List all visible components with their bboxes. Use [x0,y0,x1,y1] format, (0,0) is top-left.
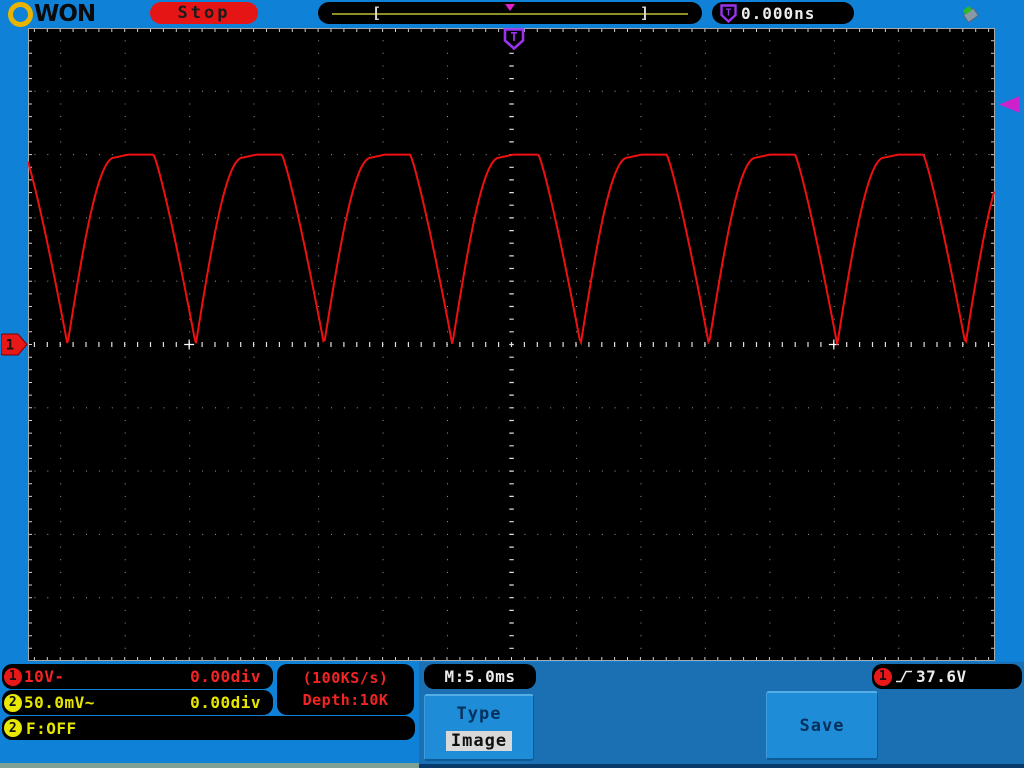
status-bar: 1 10V- 0.00div 2 50.0mV~ 0.00div (100KS/… [0,662,1024,768]
type-label: Type [456,704,502,724]
trigger-source-badge: 1 [874,667,892,686]
logo-o-ring-icon [8,1,33,27]
save-button[interactable]: Save [766,691,878,760]
acquisition-readout: (100KS/s) Depth:10K [277,664,414,715]
usb-device-icon [963,6,979,23]
channel1-position-marker: 1 [1,333,28,356]
horizontal-position-indicator: [ ] [318,2,702,24]
svg-text:1: 1 [6,338,14,354]
save-label: Save [799,715,845,736]
memory-window-line [332,13,688,15]
channel2-badge: 2 [4,693,22,712]
channel1-position: 0.00div [190,667,261,686]
trigger-position-marker-icon [505,4,515,11]
rising-edge-icon [896,670,912,683]
channel1-readout: 1 10V- 0.00div [2,664,273,689]
graticule-and-trace [27,28,995,661]
window-left-bracket: [ [372,4,382,22]
channel1-badge: 1 [4,667,22,686]
logo-text: WON [34,1,96,27]
freq-value: F:OFF [26,718,77,738]
trigger-level-value: 37.6V [916,667,967,686]
window-right-bracket: ] [640,4,650,22]
trigger-time-marker-icon: T [503,28,525,50]
sample-rate: (100KS/s) [302,668,389,687]
channel2-position: 0.00div [190,693,261,712]
trigger-level-arrow-icon [999,96,1020,113]
oscilloscope-screen: WON Stop [ ] T 0.000ns T 1 1 10V- 0.00di… [0,0,1024,768]
svg-text:T: T [510,30,517,44]
owon-logo: WON [8,1,96,27]
memory-depth: Depth:10K [302,690,389,709]
run-state-badge: Stop [150,2,258,24]
top-bar: WON Stop [ ] T 0.000ns [0,0,1024,28]
freq-channel-badge: 2 [4,719,22,737]
trigger-shield-icon: T [720,3,737,23]
channel2-readout: 2 50.0mV~ 0.00div [2,690,273,715]
waveform-display: T [27,28,995,661]
trigger-level-readout: 1 37.6V [872,664,1022,689]
frequency-counter-readout: 2 F:OFF [2,716,415,740]
svg-text:T: T [725,7,731,18]
channel1-scale: 10V- [24,667,65,686]
type-selected-value[interactable]: Image [445,731,513,751]
trigger-offset-readout: T 0.000ns [712,2,854,24]
channel2-scale: 50.0mV~ [24,693,95,712]
timebase-value: M:5.0ms [444,667,516,686]
timebase-readout: M:5.0ms [424,664,536,689]
trigger-offset-value: 0.000ns [741,3,816,23]
bottom-edge-strip [0,763,419,768]
menu-type-button[interactable]: Type Image [424,694,534,761]
